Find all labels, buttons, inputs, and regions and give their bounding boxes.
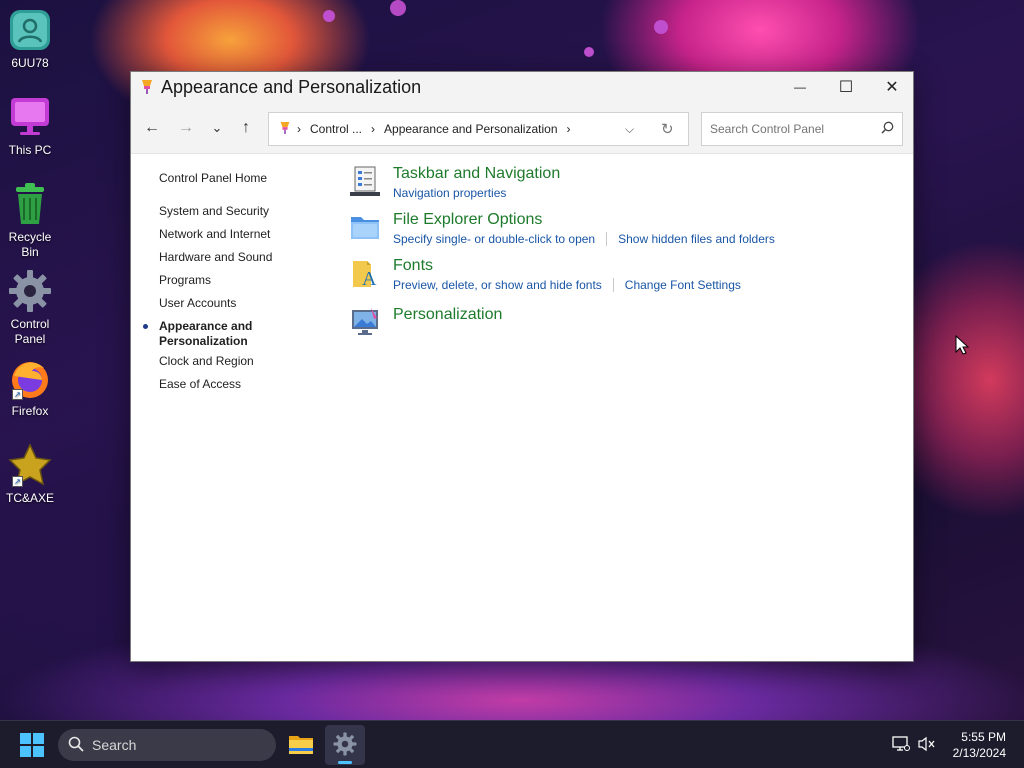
monitor-icon [8, 95, 52, 139]
sidebar-item-label: Personalization [159, 334, 248, 348]
firefox-icon: ↗ [8, 356, 52, 400]
navigation-bar: ← → ⌄ ↑ › Control ... › Appearance and P… [131, 102, 913, 154]
taskbar-search-label: Search [92, 737, 137, 753]
personalization-icon [349, 306, 381, 338]
window-title: Appearance and Personalization [161, 77, 422, 97]
desktop-icon-this-pc[interactable]: This PC [2, 95, 58, 158]
sidebar-item-label: Appearance and [159, 319, 253, 333]
control-panel-window: Appearance and Personalization — ☐ ✕ ← →… [130, 71, 914, 662]
sidebar-item-hardware[interactable]: Hardware and Sound [159, 250, 272, 264]
wallpaper-bubble [584, 47, 594, 57]
category-links: Preview, delete, or show and hide fonts … [393, 278, 741, 292]
fonts-icon: A [349, 257, 381, 290]
desktop-icon-label: Control Panel [10, 317, 50, 346]
address-bar[interactable]: › Control ... › Appearance and Personali… [268, 112, 689, 146]
recycle-bin-icon [8, 182, 52, 226]
search-box[interactable] [701, 112, 903, 146]
preview-fonts-link[interactable]: Preview, delete, or show and hide fonts [393, 278, 602, 292]
search-input[interactable] [702, 113, 872, 145]
control-panel-taskbar-button[interactable] [325, 725, 365, 765]
desktop-icon-label: Recycle Bin [8, 230, 52, 259]
single-double-click-link[interactable]: Specify single- or double-click to open [393, 232, 595, 246]
search-icon [68, 736, 84, 755]
change-font-settings-link[interactable]: Change Font Settings [625, 278, 741, 292]
start-button[interactable] [20, 733, 44, 757]
active-indicator [338, 761, 352, 764]
appearance-icon [140, 79, 154, 95]
sidebar-item-programs[interactable]: Programs [159, 273, 211, 287]
taskbar: Search 5:55 PM 2/13/2024 [0, 720, 1024, 768]
maximize-button[interactable]: ☐ [823, 72, 869, 102]
clock-time: 5:55 PM [961, 730, 1006, 744]
content-area: Control Panel Home System and Security N… [131, 155, 913, 661]
star-icon: ↗ [8, 443, 52, 487]
show-hidden-files-link[interactable]: Show hidden files and folders [618, 232, 775, 246]
sidebar-item-home[interactable]: Control Panel Home [159, 171, 267, 185]
address-dropdown-icon[interactable]: ⌵ [625, 122, 634, 137]
close-button[interactable]: ✕ [869, 72, 915, 102]
desktop-icon-label: TC&AXE [5, 491, 54, 505]
desktop-icon-recycle-bin[interactable]: Recycle Bin [2, 182, 58, 260]
folder-icon [289, 736, 313, 754]
title-bar[interactable]: Appearance and Personalization — ☐ ✕ [131, 72, 913, 102]
active-bullet-icon [143, 324, 148, 329]
sidebar-item-ease-of-access[interactable]: Ease of Access [159, 377, 241, 391]
volume-muted-icon[interactable] [918, 736, 936, 757]
file-explorer-taskbar-button[interactable] [288, 731, 314, 757]
user-folder-icon [8, 8, 52, 52]
desktop-icon-user[interactable]: 6UU78 [2, 8, 58, 71]
gear-icon [333, 732, 357, 756]
desktop-icon-control-panel[interactable]: Control Panel [2, 269, 58, 347]
navigation-properties-link[interactable]: Navigation properties [393, 186, 506, 200]
link-separator [606, 232, 608, 246]
folder-options-icon [349, 211, 381, 243]
breadcrumb-separator-icon: › [566, 122, 571, 136]
wallpaper-bubble [654, 20, 668, 34]
minimize-button[interactable]: — [777, 72, 823, 102]
shortcut-arrow-icon: ↗ [12, 389, 23, 400]
sidebar-item-appearance[interactable]: Appearance and Personalization [143, 319, 253, 349]
category-links: Navigation properties [393, 186, 506, 200]
desktop-icon-tcaxe[interactable]: ↗ TC&AXE [2, 443, 58, 506]
recent-locations-button[interactable]: ⌄ [205, 116, 229, 140]
shortcut-arrow-icon: ↗ [12, 476, 23, 487]
taskbar-search[interactable]: Search [58, 729, 276, 761]
taskbar-icon [349, 165, 381, 197]
system-clock[interactable]: 5:55 PM 2/13/2024 [953, 729, 1006, 761]
category-title[interactable]: Taskbar and Navigation [393, 165, 560, 183]
search-icon[interactable] [881, 121, 894, 139]
category-title[interactable]: File Explorer Options [393, 211, 542, 229]
svg-text:A: A [362, 268, 377, 289]
windows-logo-icon [20, 733, 44, 757]
desktop-icon-label: 6UU78 [11, 56, 49, 70]
up-button[interactable]: ↑ [234, 116, 258, 140]
clock-date: 2/13/2024 [952, 746, 1006, 760]
mouse-cursor-icon [955, 334, 970, 360]
sidebar-item-system-security[interactable]: System and Security [159, 204, 269, 218]
desktop-icon-firefox[interactable]: ↗ Firefox [2, 356, 58, 419]
category-title[interactable]: Fonts [393, 257, 433, 275]
link-separator [612, 278, 614, 292]
category-links: Specify single- or double-click to open … [393, 232, 775, 246]
breadcrumb-separator-icon: › [297, 122, 301, 136]
breadcrumb-separator-icon: › [371, 122, 376, 136]
breadcrumb-appearance[interactable]: Appearance and Personalization [384, 122, 557, 136]
refresh-icon[interactable]: ↻ [661, 120, 674, 138]
forward-button[interactable]: → [174, 116, 198, 140]
gear-icon [8, 269, 52, 313]
sidebar-item-clock-region[interactable]: Clock and Region [159, 354, 254, 368]
desktop-icon-label: This PC [8, 143, 52, 157]
sidebar-item-user-accounts[interactable]: User Accounts [159, 296, 236, 310]
breadcrumb-control-panel[interactable]: Control ... [310, 122, 362, 136]
sidebar-item-network[interactable]: Network and Internet [159, 227, 270, 241]
network-icon[interactable] [892, 736, 910, 757]
back-button[interactable]: ← [140, 116, 164, 140]
desktop-icon-label: Firefox [11, 404, 49, 418]
wallpaper-bubble [323, 10, 335, 22]
wallpaper-bubble [390, 0, 406, 16]
category-title[interactable]: Personalization [393, 306, 502, 324]
appearance-icon [279, 121, 291, 138]
